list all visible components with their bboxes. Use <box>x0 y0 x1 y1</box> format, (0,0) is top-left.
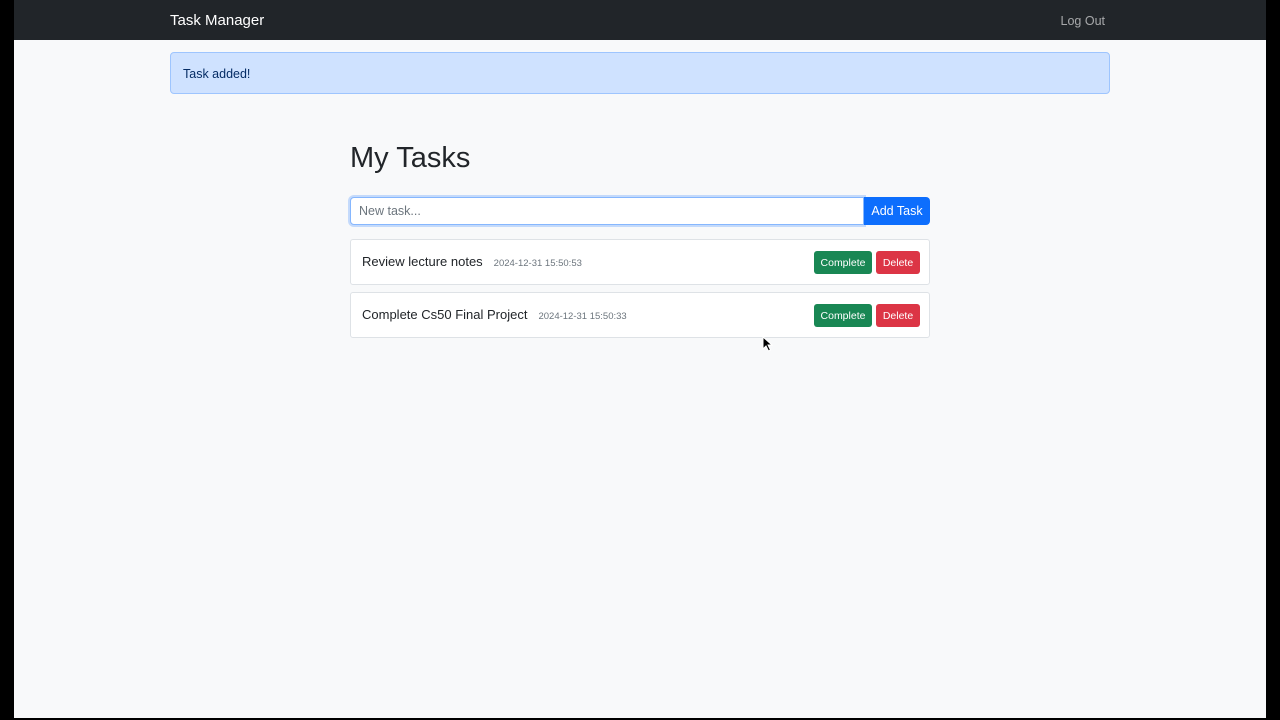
logout-link[interactable]: Log Out <box>1061 12 1105 30</box>
navbar: Task Manager Log Out <box>14 0 1266 40</box>
delete-button[interactable]: Delete <box>876 251 920 274</box>
task-title: Review lecture notes <box>362 254 483 269</box>
new-task-input[interactable] <box>350 197 864 225</box>
complete-button[interactable]: Complete <box>814 251 872 274</box>
task-item: Complete Cs50 Final Project 2024-12-31 15… <box>350 292 930 338</box>
task-title: Complete Cs50 Final Project <box>362 307 528 322</box>
complete-button[interactable]: Complete <box>814 304 872 327</box>
flash-alert: Task added! <box>170 52 1110 94</box>
browser-viewport: Task Manager Log Out Task added! My Task… <box>14 0 1266 718</box>
new-task-form: Add Task <box>350 197 930 225</box>
task-item: Review lecture notes 2024-12-31 15:50:53 … <box>350 239 930 285</box>
brand-link[interactable]: Task Manager <box>170 11 264 31</box>
alert-message: Task added! <box>183 67 251 81</box>
mouse-pointer-icon <box>762 336 774 352</box>
add-task-button[interactable]: Add Task <box>864 197 930 225</box>
delete-button[interactable]: Delete <box>876 304 920 327</box>
task-list: Review lecture notes 2024-12-31 15:50:53 … <box>350 239 930 345</box>
page-title: My Tasks <box>350 142 471 174</box>
task-timestamp: 2024-12-31 15:50:33 <box>538 311 627 322</box>
task-timestamp: 2024-12-31 15:50:53 <box>493 258 582 269</box>
